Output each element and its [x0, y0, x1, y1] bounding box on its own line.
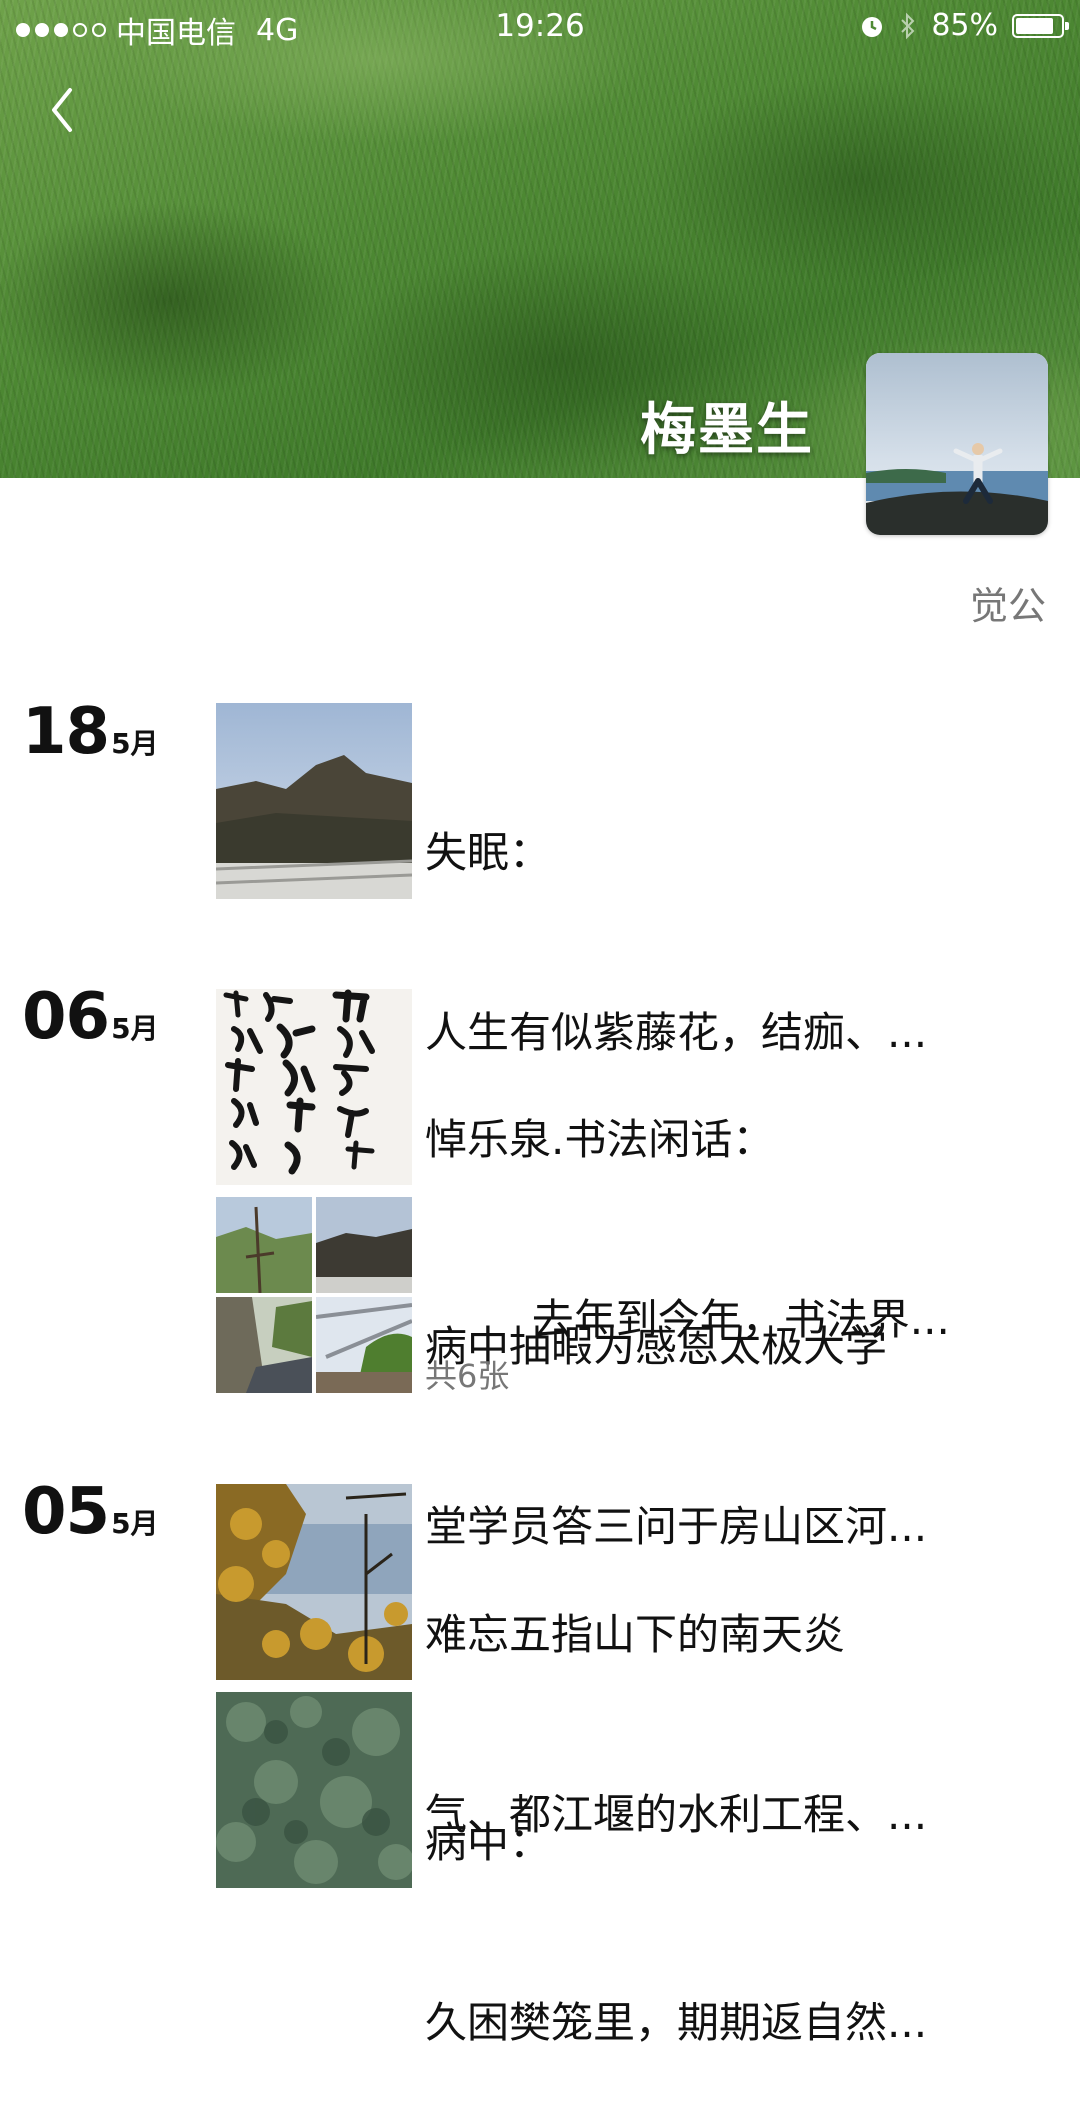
alarm-icon	[862, 16, 883, 37]
post-text[interactable]: 病中： 久困樊笼里，期期返自然...	[425, 1693, 1015, 2113]
bluetooth-icon	[901, 12, 915, 39]
post-thumbnail[interactable]	[216, 703, 412, 899]
photo-count: 共6张	[425, 1357, 510, 1395]
battery-icon	[1012, 13, 1069, 38]
date-label: 185月	[22, 695, 159, 769]
signature-text: 觉公	[969, 584, 1046, 628]
date-label: 055月	[22, 1475, 159, 1549]
avatar[interactable]	[866, 353, 1048, 535]
status-bar: 中国电信 4G 19:26 85%	[0, 0, 1080, 54]
post-line: 悼乐泉.书法闲话：	[425, 1115, 775, 1164]
post-thumbnail[interactable]	[216, 1484, 412, 1680]
date-month: 5月	[111, 1012, 159, 1045]
date-day: 05	[22, 1475, 110, 1549]
date-day: 06	[22, 980, 110, 1054]
date-month: 5月	[111, 1507, 159, 1540]
post-line: 失眠：	[425, 828, 552, 877]
date-label: 065月	[22, 980, 159, 1054]
post-line: 病中：	[425, 1818, 552, 1867]
profile-name: 梅墨生	[640, 398, 814, 463]
chevron-left-icon[interactable]	[40, 80, 90, 140]
post-line: 久困樊笼里，期期返自然...	[425, 1998, 928, 2047]
post-line: 难忘五指山下的南天炎	[425, 1610, 846, 1659]
date-month: 5月	[111, 727, 159, 760]
post-line: 病中抽暇为感恩太极大学	[425, 1322, 888, 1371]
status-right: 85%	[859, 8, 1069, 43]
post-thumbnail[interactable]	[216, 989, 412, 1185]
date-day: 18	[22, 695, 110, 769]
post-photo-grid[interactable]	[216, 1197, 412, 1393]
post-thumbnail[interactable]	[216, 1692, 412, 1888]
battery-percent: 85%	[931, 8, 998, 43]
